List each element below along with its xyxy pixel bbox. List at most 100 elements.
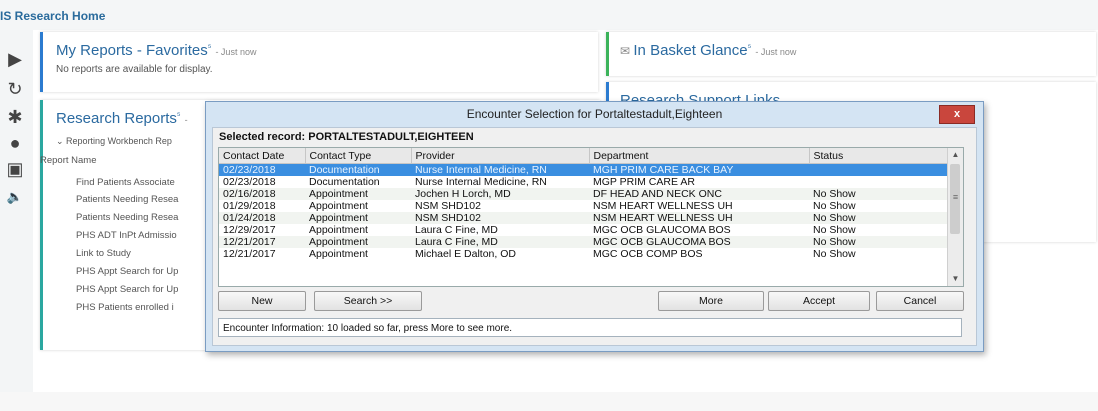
table-row-selected[interactable]: 02/23/2018 Documentation Nurse Internal … [219,163,947,176]
report-link[interactable]: Link to Study [76,248,131,259]
play-icon[interactable]: ▶ [6,50,24,68]
cell: 02/23/2018 [219,163,305,176]
cell: NSM SHD102 [411,212,589,224]
cell: Nurse Internal Medicine, RN [415,176,547,188]
table-row[interactable]: 12/21/2017 Appointment Laura C Fine, MD … [219,236,947,248]
cell: Appointment [305,188,411,200]
favorites-stamp: - Just now [215,47,257,57]
table-row[interactable]: 02/23/2018 Documentation Nurse Internal … [219,176,947,188]
table-row[interactable]: 01/24/2018 Appointment NSM SHD102 NSM HE… [219,212,947,224]
report-link[interactable]: Patients Needing Resea [76,194,178,205]
dialog-title: Encounter Selection for Portaltestadult,… [466,107,723,121]
cell: NSM HEART WELLNESS UH [593,200,733,212]
cell: Laura C Fine, MD [415,224,498,236]
vertical-scrollbar[interactable]: ▲ ≡ ▼ [947,148,963,286]
cell: Michael E Dalton, OD [415,248,516,260]
popout-icon[interactable]: ⁵ [177,110,181,120]
cell [809,176,947,188]
cell: MGC OCB COMP BOS [593,248,703,260]
cell: Appointment [309,200,368,212]
column-header[interactable]: Provider [411,148,590,164]
table-row[interactable]: 01/29/2018 Appointment NSM SHD102 NSM HE… [219,200,947,212]
mail-icon: ✉ [620,44,634,58]
cell: Appointment [305,236,411,248]
report-link[interactable]: PHS Appt Search for Up [76,266,178,277]
cell: Documentation [309,176,380,188]
more-button[interactable]: More [658,291,764,311]
scroll-down-icon[interactable]: ▼ [948,272,963,286]
report-link[interactable]: Patients Needing Resea [76,212,178,223]
app-title: IS Research Home [0,9,106,23]
report-name-header: Report Name [40,155,97,166]
cell: Appointment [305,212,411,224]
card-accent [40,100,43,350]
cell: NSM HEART WELLNESS UH [589,212,809,224]
cell: No Show [813,200,856,212]
cancel-button[interactable]: Cancel [876,291,964,311]
card-accent [606,32,609,76]
speaker-icon[interactable]: 🔈 [6,188,24,206]
left-toolbar: ▶ ↻ ✱ ● ▣ 🔈 [0,30,33,411]
cell: No Show [813,248,856,260]
cell: Laura C Fine, MD [411,236,589,248]
inbasket-title[interactable]: ✉ In Basket Glance⁵ - Just now [620,42,796,59]
column-header[interactable]: Department [589,148,810,164]
favorites-empty-text: No reports are available for display. [56,64,213,75]
favorites-card: My Reports - Favorites⁵ - Just now No rep… [40,32,598,92]
settings-icon[interactable]: ✱ [6,108,24,126]
research-reports-title[interactable]: Research Reports⁵ - [56,110,188,127]
top-bar: IS Research Home [0,0,1098,30]
card-accent [40,32,43,92]
column-header[interactable]: Contact Type [305,148,412,164]
reporting-workbench-group[interactable]: ⌄ Reporting Workbench Rep [56,136,172,147]
cell: MGC OCB GLAUCOMA BOS [589,236,809,248]
report-link[interactable]: PHS Appt Search for Up [76,284,178,295]
cell: 02/23/2018 [223,176,276,188]
new-button[interactable]: New [218,291,306,311]
cell: Documentation [305,163,411,176]
favorites-title[interactable]: My Reports - Favorites⁵ - Just now [56,42,256,59]
cell: MGC OCB GLAUCOMA BOS [593,224,731,236]
cell [809,163,947,176]
close-button[interactable]: x [939,105,975,124]
cell: 02/16/2018 [219,188,305,200]
report-link[interactable]: Find Patients Associate [76,177,175,188]
cell: No Show [809,188,947,200]
cell: 12/29/2017 [223,224,276,236]
cell: No Show [813,224,856,236]
cell: Appointment [309,224,368,236]
chevron-down-icon: ⌄ [56,136,67,146]
accept-button[interactable]: Accept [768,291,870,311]
refresh-icon[interactable]: ↻ [6,80,24,98]
column-header[interactable]: Contact Date [219,148,306,164]
popout-icon[interactable]: ⁵ [748,42,752,52]
cell: 01/29/2018 [223,200,276,212]
search-button[interactable]: Search >> [314,291,422,311]
popout-icon[interactable]: ⁵ [208,42,212,52]
cell: 01/24/2018 [219,212,305,224]
table-row[interactable]: 12/29/2017 Appointment Laura C Fine, MD … [219,224,947,236]
dialog-body: Selected record: PORTALTESTADULT,EIGHTEE… [212,127,977,346]
cell: MGP PRIM CARE AR [593,176,695,188]
cell: Appointment [309,248,368,260]
table-row[interactable]: 02/16/2018 Appointment Jochen H Lorch, M… [219,188,947,200]
table-row[interactable]: 12/21/2017 Appointment Michael E Dalton,… [219,248,947,260]
cell: 12/21/2017 [223,248,276,260]
cell: 12/21/2017 [219,236,305,248]
encounter-status-text: Encounter Information: 10 loaded so far,… [218,318,962,337]
scroll-up-icon[interactable]: ▲ [948,148,963,162]
encounter-grid: Contact Date Contact Type Provider Depar… [218,147,964,287]
report-link[interactable]: PHS Patients enrolled i [76,302,174,313]
cell: Nurse Internal Medicine, RN [411,163,589,176]
column-header[interactable]: Status [809,148,948,164]
cell: No Show [809,236,947,248]
encounter-selection-dialog: Encounter Selection for Portaltestadult,… [205,101,984,352]
report-icon[interactable]: ▣ [6,160,24,178]
inbasket-stamp: - Just now [755,47,797,57]
bottom-bar [0,392,1098,411]
inbasket-card: ✉ In Basket Glance⁵ - Just now [606,32,1096,76]
cell: MGH PRIM CARE BACK BAY [589,163,809,176]
cell: NSM SHD102 [415,200,481,212]
help-icon[interactable]: ● [6,134,24,152]
report-link[interactable]: PHS ADT InPt Admissio [76,230,177,241]
